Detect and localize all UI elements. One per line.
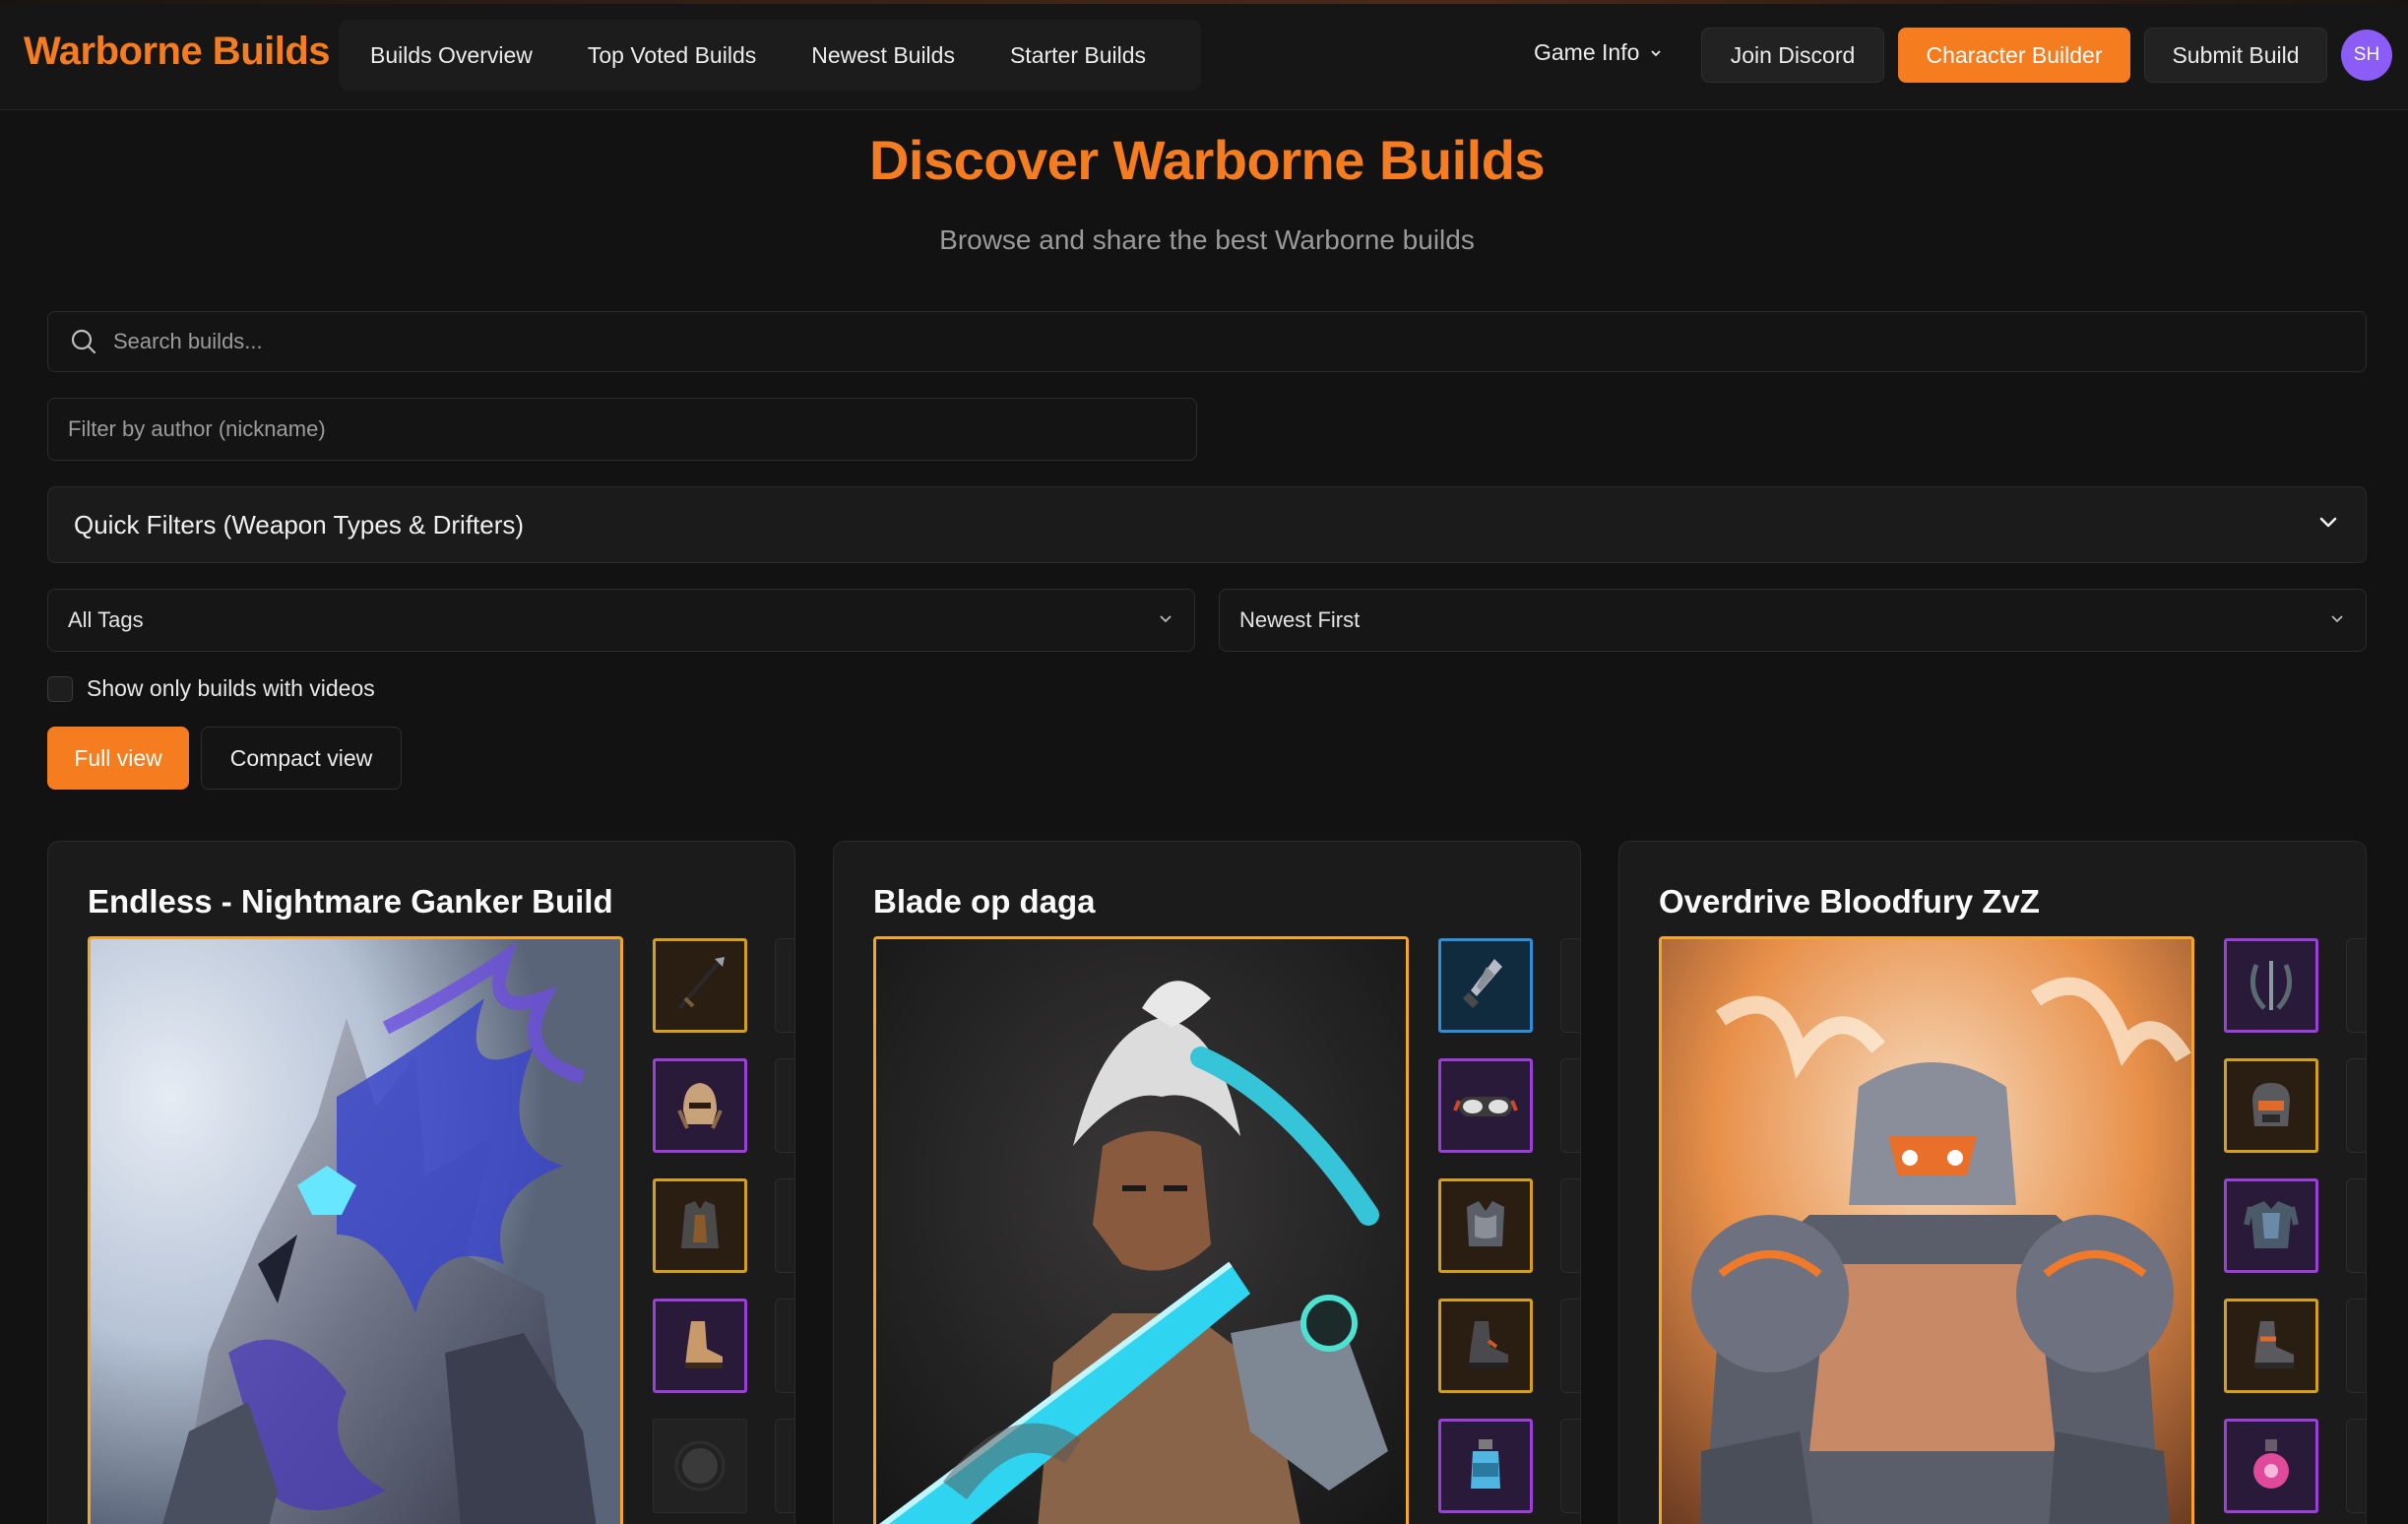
chest-armor-icon[interactable]: [653, 1178, 747, 1273]
slot-column-edge: [2346, 1419, 2366, 1513]
nav-link-newest[interactable]: Newest Builds: [784, 42, 982, 69]
armored-knight-portrait[interactable]: [88, 936, 623, 1524]
nav-link-builds-overview[interactable]: Builds Overview: [339, 42, 560, 69]
slot-column-edge: [775, 938, 794, 1033]
chevron-down-icon: [2316, 510, 2340, 540]
search-input[interactable]: [113, 329, 2366, 354]
slot-column-edge: [1560, 938, 1580, 1033]
potion-bottle-icon[interactable]: [1438, 1419, 1533, 1513]
equipment-slots: [1438, 938, 1537, 1524]
empty-slot-icon[interactable]: [653, 1419, 747, 1513]
chevron-down-icon: [1649, 39, 1663, 66]
helmet-icon[interactable]: [653, 1058, 747, 1153]
chest-armor-icon[interactable]: [1438, 1178, 1533, 1273]
slot-column-edge: [1560, 1299, 1580, 1393]
top-navbar: Warborne Builds Builds Overview Top Vote…: [0, 0, 2408, 110]
game-info-label: Game Info: [1534, 39, 1640, 65]
slot-column-edge: [1560, 1178, 1580, 1273]
dagger-icon[interactable]: [1438, 938, 1533, 1033]
author-filter-input[interactable]: [68, 416, 1196, 442]
author-filter-box: [47, 398, 1197, 461]
boots-icon[interactable]: [653, 1299, 747, 1393]
chevron-down-icon: [2328, 607, 2346, 633]
build-card[interactable]: Blade op daga: [833, 841, 1581, 1524]
sort-select[interactable]: Newest First: [1219, 589, 2367, 652]
slot-column-edge: [1560, 1058, 1580, 1153]
potion-flask-icon[interactable]: [2224, 1419, 2318, 1513]
slot-column-edge: [775, 1299, 794, 1393]
mask-helmet-icon[interactable]: [2224, 1058, 2318, 1153]
page-subtitle: Browse and share the best Warborne build…: [939, 224, 1475, 255]
spear-icon[interactable]: [653, 938, 747, 1033]
slot-column-edge: [775, 1058, 794, 1153]
sort-select-value: Newest First: [1239, 607, 1361, 632]
slot-column-edge: [775, 1178, 794, 1273]
user-avatar[interactable]: SH: [2341, 30, 2392, 81]
goggles-icon[interactable]: [1438, 1058, 1533, 1153]
videos-only-label[interactable]: Show only builds with videos: [87, 675, 375, 702]
chevron-down-icon: [1157, 607, 1174, 633]
nav-links-group: Builds Overview Top Voted Builds Newest …: [339, 20, 1201, 91]
build-card-title[interactable]: Overdrive Bloodfury ZvZ: [1659, 883, 2040, 921]
nav-link-top-voted[interactable]: Top Voted Builds: [560, 42, 784, 69]
slot-column-edge: [2346, 1178, 2366, 1273]
quick-filters-accordion[interactable]: Quick Filters (Weapon Types & Drifters): [47, 486, 2367, 563]
slot-column-edge: [775, 1419, 794, 1513]
equipment-slots: [653, 938, 751, 1524]
slot-column-edge: [2346, 1299, 2366, 1393]
search-box: [47, 311, 2367, 372]
slot-column-edge: [2346, 1058, 2366, 1153]
nav-link-starter[interactable]: Starter Builds: [982, 42, 1173, 69]
scythe-icon[interactable]: [2224, 938, 2318, 1033]
nav-accent-strip: [0, 0, 2408, 4]
compact-view-button[interactable]: Compact view: [201, 727, 402, 790]
slot-column-edge: [1560, 1419, 1580, 1513]
submit-build-button[interactable]: Submit Build: [2144, 28, 2327, 83]
build-card-title[interactable]: Blade op daga: [873, 883, 1096, 921]
search-icon: [70, 328, 97, 355]
quick-filters-label: Quick Filters (Weapon Types & Drifters): [74, 509, 525, 540]
full-view-button[interactable]: Full view: [47, 727, 189, 790]
boots-icon[interactable]: [2224, 1299, 2318, 1393]
videos-only-checkbox[interactable]: [47, 675, 73, 702]
build-card[interactable]: Endless - Nightmare Ganker Build: [47, 841, 795, 1524]
tags-select[interactable]: All Tags: [47, 589, 1195, 652]
brand-logo[interactable]: Warborne Builds: [24, 30, 331, 74]
tags-select-value: All Tags: [68, 607, 144, 632]
rogue-swordsman-portrait[interactable]: [873, 936, 1409, 1524]
build-card[interactable]: Overdrive Bloodfury ZvZ: [1618, 841, 2367, 1524]
build-card-title[interactable]: Endless - Nightmare Ganker Build: [88, 883, 613, 921]
slot-column-edge: [2346, 938, 2366, 1033]
chest-armor-icon[interactable]: [2224, 1178, 2318, 1273]
boots-icon[interactable]: [1438, 1299, 1533, 1393]
character-builder-button[interactable]: Character Builder: [1898, 28, 2130, 83]
equipment-slots: [2224, 938, 2322, 1524]
mech-brute-portrait[interactable]: [1659, 936, 2194, 1524]
game-info-dropdown[interactable]: Game Info: [1534, 39, 1663, 66]
videos-only-row: Show only builds with videos: [47, 675, 375, 702]
join-discord-button[interactable]: Join Discord: [1701, 28, 1884, 83]
page-title: Discover Warborne Builds: [868, 129, 1546, 191]
